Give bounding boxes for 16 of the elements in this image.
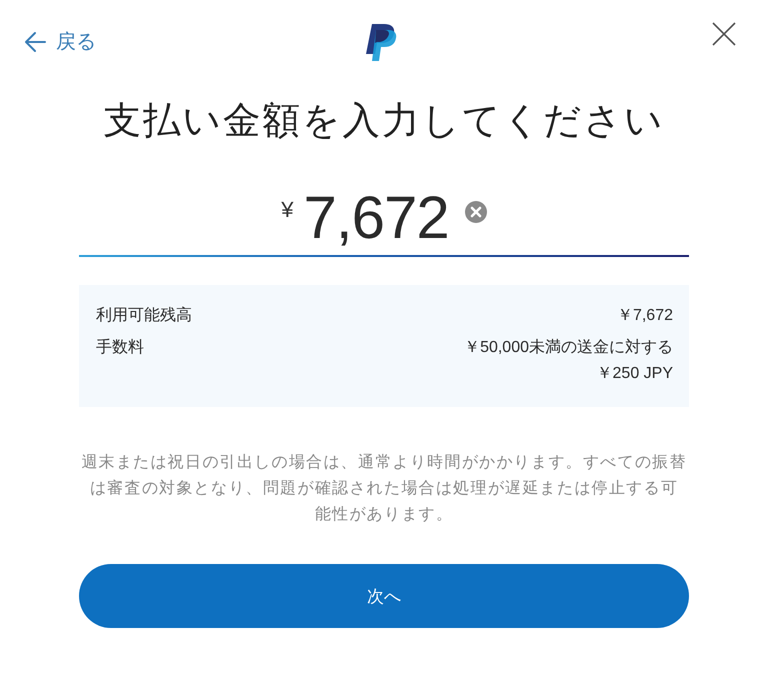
logo-icon xyxy=(363,24,397,60)
summary-label: 手数料 xyxy=(96,338,144,358)
page-title: 支払い金額を入力してください xyxy=(104,98,664,143)
back-arrow-icon xyxy=(24,31,46,53)
clear-icon xyxy=(464,201,487,223)
summary-label: 利用可能残高 xyxy=(96,306,192,326)
amount-value: 7,672 xyxy=(304,185,449,251)
currency-symbol: ¥ xyxy=(281,197,294,223)
back-link[interactable]: 戻る xyxy=(24,31,96,53)
next-button[interactable]: 次へ xyxy=(79,564,689,628)
notice-text: 週末または祝日の引出しの場合は、通常より時間がかかります。すべての振替 は審査の対象となり、問題が確認された場合は処理が遅延または停止する可 能性があります。 xyxy=(80,452,688,525)
clear-button[interactable] xyxy=(464,201,487,223)
close-button[interactable] xyxy=(712,22,736,46)
summary-value: ￥50,000未満の送金に対する ￥250 JPY xyxy=(464,338,673,384)
summary-value: ￥7,672 xyxy=(616,306,673,326)
close-icon xyxy=(712,22,736,46)
